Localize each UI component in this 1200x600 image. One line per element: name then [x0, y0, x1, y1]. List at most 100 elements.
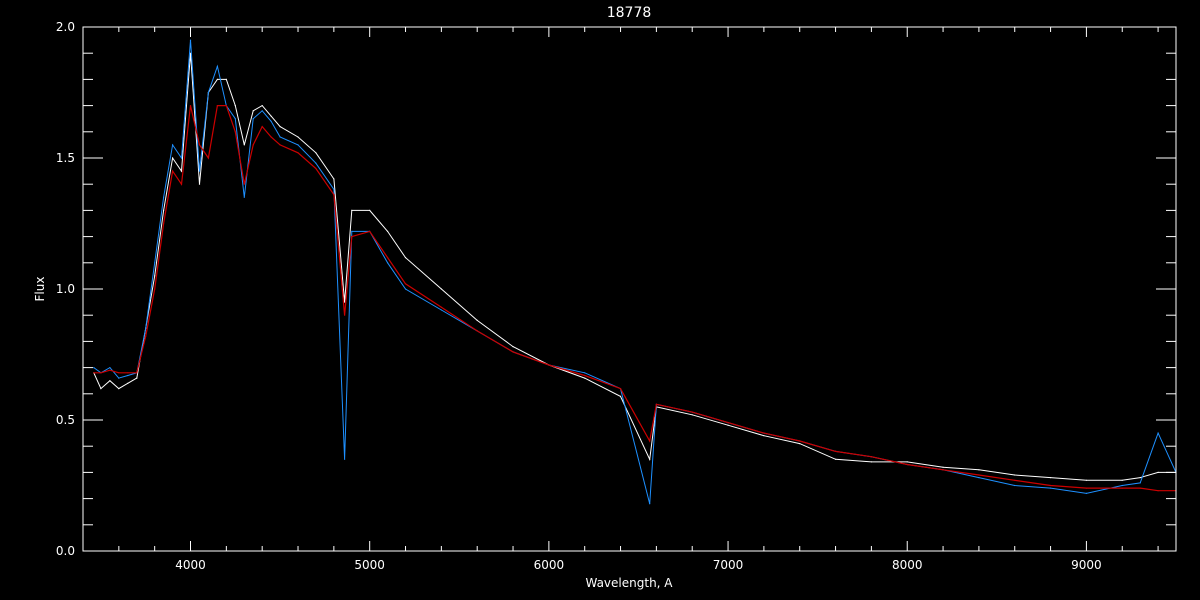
series-2-point: [906, 463, 908, 466]
series-2-point: [870, 456, 873, 458]
y-tick-label: 1.0: [56, 282, 75, 296]
series-0-point: [978, 469, 980, 471]
series-1-point: [315, 162, 317, 164]
y-tick-label: 2.0: [56, 20, 75, 34]
chart-background: [0, 0, 1200, 600]
series-2-point: [1139, 487, 1141, 489]
series-2-point: [252, 144, 254, 146]
series-0-point: [136, 377, 138, 379]
series-2-point: [136, 372, 138, 374]
series-0-point: [198, 183, 201, 185]
series-2-point: [691, 411, 693, 413]
series-2-point: [369, 230, 371, 232]
series-0-point: [127, 382, 129, 384]
series-0-point: [154, 275, 156, 277]
series-2-point: [799, 440, 801, 442]
series-0-point: [1050, 477, 1052, 479]
series-0-point: [649, 458, 651, 460]
series-0-point: [344, 301, 346, 303]
series-1-point: [118, 377, 120, 379]
series-2-point: [512, 351, 514, 353]
series-0-point: [835, 458, 837, 460]
series-2-point: [109, 369, 111, 371]
series-2-point: [344, 314, 346, 316]
series-1-point: [198, 170, 201, 172]
series-1-point: [440, 309, 442, 311]
series-0-point: [799, 443, 801, 445]
series-2-point: [216, 105, 218, 107]
series-2-point: [315, 167, 317, 170]
series-0-point: [512, 346, 514, 348]
series-2-point: [234, 131, 236, 133]
series-2-point: [198, 144, 201, 146]
series-0-point: [333, 178, 335, 180]
series-0-point: [261, 105, 263, 107]
series-1-point: [1085, 492, 1087, 494]
series-2-point: [180, 183, 183, 185]
series-0-point: [109, 380, 111, 382]
series-2-point: [1121, 487, 1123, 489]
series-1-point: [243, 196, 245, 198]
x-tick-label: 5000: [354, 558, 385, 572]
series-2-point: [1157, 490, 1159, 492]
y-axis-label: Flux: [33, 277, 47, 302]
series-0-point: [163, 209, 165, 211]
series-2-point: [942, 469, 944, 471]
x-axis-label: Wavelength, A: [585, 576, 673, 590]
series-0-point: [1139, 477, 1141, 479]
series-2-point: [279, 144, 281, 146]
series-0-point: [763, 435, 765, 437]
series-1-point: [207, 91, 209, 94]
series-0-point: [225, 78, 227, 80]
series-1-point: [1014, 484, 1016, 487]
series-1-point: [180, 157, 183, 159]
series-2-point: [1050, 484, 1052, 487]
series-2-point: [404, 283, 407, 285]
x-tick-label: 9000: [1071, 558, 1102, 572]
series-2-point: [145, 335, 147, 337]
series-1-point: [351, 230, 353, 232]
series-1-point: [261, 110, 263, 112]
series-1-point: [1157, 432, 1159, 434]
series-2-point: [261, 126, 263, 128]
spectrum-chart: 4000 5000 6000 7000 8000 90000.00.51.01.52.0 …: [0, 0, 1200, 600]
series-0-point: [691, 414, 693, 416]
series-2-point: [548, 364, 550, 366]
series-2-point: [172, 170, 174, 172]
series-0-point: [1085, 479, 1087, 481]
series-0-point: [180, 170, 183, 172]
series-2-point: [297, 152, 299, 154]
series-1-point: [216, 65, 218, 67]
series-0-point: [1014, 474, 1016, 476]
series-0-point: [315, 152, 317, 154]
series-2-point: [225, 105, 227, 107]
series-1-point: [1121, 484, 1123, 487]
series-1-point: [109, 367, 111, 369]
y-tick-label: 1.5: [56, 151, 75, 165]
series-0-point: [234, 105, 236, 107]
series-2-point: [763, 432, 765, 434]
series-2-point: [351, 236, 353, 238]
series-1-point: [584, 372, 586, 374]
series-2-point: [207, 157, 209, 159]
series-0-point: [1121, 479, 1123, 481]
y-tick-label: 0.5: [56, 413, 75, 427]
series-0-point: [619, 395, 622, 397]
series-0-point: [297, 136, 299, 138]
series-2-point: [619, 388, 622, 390]
series-1-point: [93, 367, 95, 369]
series-0-point: [476, 319, 478, 321]
series-2-point: [440, 306, 442, 308]
chart-container: 4000 5000 6000 7000 8000 9000 0.0 0.5 1.0 1.5 2.0 …: [0, 0, 1200, 600]
series-1-point: [172, 144, 174, 146]
series-1-point: [279, 136, 281, 138]
x-tick-label: 6000: [534, 558, 565, 572]
series-0-point: [870, 461, 873, 463]
series-0-point: [279, 126, 281, 128]
series-2-point: [835, 450, 837, 452]
series-1-point: [189, 39, 192, 41]
series-2-point: [584, 374, 586, 377]
series-1-point: [1050, 487, 1052, 489]
series-1-point: [270, 120, 272, 122]
series-1-point: [252, 118, 254, 120]
